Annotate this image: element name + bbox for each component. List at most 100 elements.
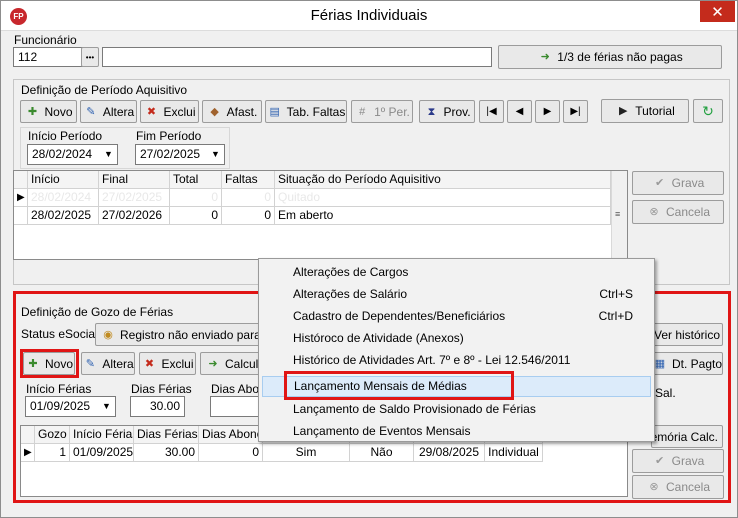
gozo-exclui-button[interactable]: ✖ Exclui: [139, 352, 196, 375]
table-cell: 0: [222, 207, 275, 225]
periodo-cancela-button[interactable]: ⊗ Cancela: [632, 200, 724, 224]
funcionario-label: Funcionário: [14, 33, 77, 47]
inicio-periodo-label: Início Período: [28, 129, 103, 143]
periodo-grava-label: Grava: [671, 176, 705, 190]
menu-item-historico-atividade[interactable]: Históroco de Atividade (Anexos): [262, 328, 651, 349]
close-button[interactable]: ✕: [700, 1, 735, 22]
col-gozo-header[interactable]: Gozo: [35, 426, 70, 444]
menu-item-saldo-provisionado[interactable]: Lançamento de Saldo Provisionado de Féri…: [262, 399, 651, 420]
funcionario-name-input[interactable]: [102, 47, 492, 67]
inicio-periodo-select[interactable]: 28/02/2024 ▼: [27, 144, 118, 165]
menu-item-historico-atividades-lei[interactable]: Histórico de Atividades Art. 7º e 8º - L…: [262, 350, 651, 371]
table-cell: 01/09/2025: [70, 444, 134, 462]
afastamento-icon: ◆: [210, 105, 219, 118]
table-cell: Quitado: [275, 189, 611, 207]
gozo-grava-button[interactable]: ✔ Grava: [632, 449, 724, 473]
inicio-ferias-value: 01/09/2025: [30, 399, 91, 413]
table-icon: ▤: [269, 105, 280, 118]
novo-highlight-frame: [20, 349, 79, 378]
chevron-down-icon: ▼: [102, 401, 111, 411]
row-pointer-icon: ▶: [14, 189, 28, 207]
periodo-grid-header: Início Final Total Faltas Situação do Pe…: [14, 171, 627, 189]
table-cell: 30.00: [134, 444, 199, 462]
title-bar: FP Férias Individuais ✕: [1, 1, 737, 31]
edit-pencil-icon: ✎: [85, 357, 95, 370]
funcionario-code-input[interactable]: 112: [13, 47, 83, 67]
ferias-nao-pagas-button[interactable]: ➜ 1/3 de férias não pagas: [498, 45, 722, 69]
col-final-header[interactable]: Final: [99, 171, 170, 189]
play-circle-icon: ▶: [618, 105, 628, 117]
tutorial-button[interactable]: ▶ Tutorial: [601, 99, 689, 123]
row-pointer-icon: ▶: [21, 444, 35, 462]
menu-item-label: Alterações de Salário: [293, 287, 408, 301]
fim-periodo-value: 27/02/2025: [140, 147, 201, 161]
col-dias-ferias-header[interactable]: Dias Férias: [134, 426, 199, 444]
periodo-primeiro-per-label: 1º Per.: [374, 104, 410, 119]
ver-historico-button[interactable]: Ver histórico: [651, 323, 723, 346]
status-esocial-label: Status eSocial:: [21, 327, 102, 341]
table-row[interactable]: ▶ 1 01/09/2025 30.00 0 Sim Não 29/08/202…: [21, 444, 627, 462]
menu-item-label: Alterações de Cargos: [293, 265, 409, 279]
esocial-status-icon: ◉: [103, 328, 113, 341]
dias-ferias-label: Dias Férias: [131, 382, 192, 396]
periodo-afast-label: Afast.: [226, 104, 258, 119]
periodo-prov-label: Prov.: [443, 104, 471, 119]
table-row[interactable]: 28/02/2025 27/02/2026 0 0 Em aberto: [14, 207, 627, 225]
periodo-grid-scrollbar[interactable]: ≡: [611, 171, 627, 259]
table-cell: 27/02/2025: [99, 189, 170, 207]
col-faltas-header[interactable]: Faltas: [222, 171, 275, 189]
periodo-afast-button[interactable]: ◆ Afast.: [202, 100, 262, 123]
periodo-grava-button[interactable]: ✔ Grava: [632, 171, 724, 195]
table-cell: 0: [170, 189, 222, 207]
gozo-altera-button[interactable]: ✎ Altera: [81, 352, 135, 375]
dias-abono-input[interactable]: [210, 396, 260, 417]
tutorial-label: Tutorial: [635, 104, 675, 118]
dt-pagto-button[interactable]: ▦ Dt. Pagto: [651, 352, 723, 375]
funcionario-search-button[interactable]: •••: [81, 47, 99, 67]
periodo-prov-button[interactable]: ⧗ Prov.: [419, 100, 475, 123]
menu-item-label: Lançamento de Eventos Mensais: [293, 424, 471, 438]
fim-periodo-select[interactable]: 27/02/2025 ▼: [135, 144, 225, 165]
memoria-calc-button[interactable]: Memória Calc.: [641, 425, 723, 448]
gozo-altera-label: Altera: [102, 356, 134, 371]
nav-last-button[interactable]: ▶|: [563, 100, 588, 123]
col-total-header[interactable]: Total: [170, 171, 222, 189]
menu-item-eventos-mensais[interactable]: Lançamento de Eventos Mensais: [262, 421, 651, 442]
nav-prev-button[interactable]: ◀: [507, 100, 532, 123]
refresh-button[interactable]: ↻: [693, 99, 723, 123]
periodo-altera-button[interactable]: ✎ Altera: [80, 100, 137, 123]
table-cell: 1: [35, 444, 70, 462]
table-cell: 28/02/2024: [28, 189, 99, 207]
status-esocial-field[interactable]: ◉ Registro não enviado para g: [95, 323, 271, 346]
table-cell: Sim: [263, 444, 350, 462]
menu-item-alteracoes-salario[interactable]: Alterações de Salário Ctrl+S: [262, 284, 651, 305]
gozo-grava-label: Grava: [671, 454, 705, 468]
table-cell: 28/02/2025: [28, 207, 99, 225]
periodo-aquisitivo-title: Definição de Período Aquisitivo: [21, 83, 188, 97]
table-row[interactable]: ▶ 28/02/2024 27/02/2025 0 0 Quitado: [14, 189, 627, 207]
check-circle-icon: ✔: [655, 455, 665, 467]
periodo-tab-faltas-button[interactable]: ▤ Tab. Faltas: [265, 100, 347, 123]
col-dias-abono-header[interactable]: Dias Abono: [199, 426, 263, 444]
col-situacao-header[interactable]: Situação do Período Aquisitivo: [275, 171, 611, 189]
nav-next-button[interactable]: ▶: [535, 100, 560, 123]
periodo-exclui-button[interactable]: ✖ Exclui: [140, 100, 199, 123]
gozo-cancela-button[interactable]: ⊗ Cancela: [632, 475, 724, 499]
periodo-novo-button[interactable]: ✚ Novo: [20, 100, 77, 123]
cancel-circle-icon: ⊗: [649, 481, 659, 493]
col-inicio-header[interactable]: Início: [28, 171, 99, 189]
gozo-calcula-button[interactable]: ➜ Calcul: [200, 352, 264, 375]
menu-item-cadastro-dependentes[interactable]: Cadastro de Dependentes/Beneficiários Ct…: [262, 306, 651, 327]
cancel-circle-icon: ⊗: [649, 206, 659, 218]
gozo-title: Definição de Gozo de Férias: [21, 305, 174, 319]
edit-pencil-icon: ✎: [86, 105, 96, 118]
menu-item-alteracoes-cargos[interactable]: Alterações de Cargos: [262, 262, 651, 283]
dias-ferias-input[interactable]: 30.00: [130, 396, 185, 417]
col-inicio-ferias-header[interactable]: Início Férias: [70, 426, 134, 444]
periodo-primeiro-per-button[interactable]: # 1º Per.: [351, 100, 413, 123]
menu-item-label: Lançamento de Saldo Provisionado de Féri…: [293, 402, 536, 416]
nav-first-button[interactable]: |◀: [479, 100, 504, 123]
inicio-ferias-select[interactable]: 01/09/2025 ▼: [25, 396, 116, 417]
gozo-cancela-label: Cancela: [665, 480, 711, 494]
table-cell: 29/08/2025: [414, 444, 485, 462]
